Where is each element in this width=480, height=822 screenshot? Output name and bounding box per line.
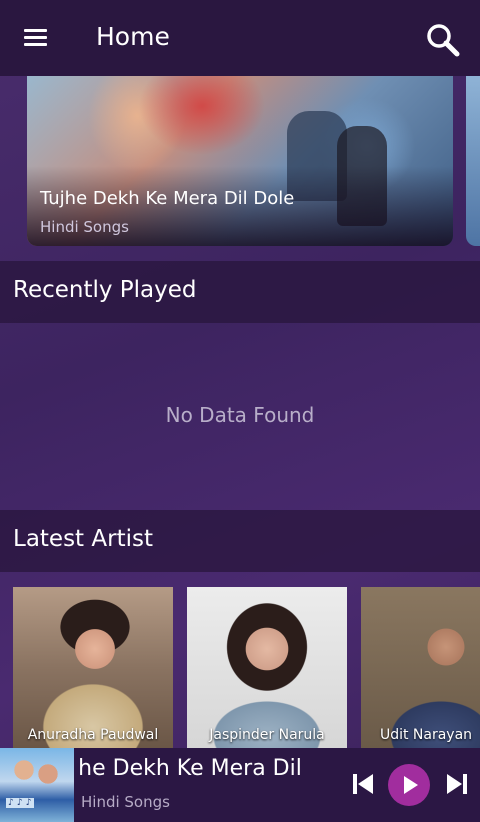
- album-art-logo: ♪ ♪ ♪: [6, 798, 34, 808]
- hamburger-menu-icon[interactable]: [22, 26, 52, 50]
- mini-player[interactable]: ♪ ♪ ♪ Tujhe Dekh Ke Mera Dil Dole Hindi …: [0, 748, 480, 822]
- artist-card[interactable]: Anuradha Paudwal: [13, 587, 173, 749]
- latest-artist-header: Latest Artist: [0, 510, 480, 572]
- app-bar: Home: [0, 0, 480, 76]
- now-playing-subtitle: Hindi Songs: [81, 793, 170, 811]
- album-art-thumbnail[interactable]: ♪ ♪ ♪: [0, 748, 74, 822]
- featured-carousel: Tujhe Dekh Ke Mera Dil Dole Hindi Songs: [0, 76, 480, 248]
- now-playing-title: Tujhe Dekh Ke Mera Dil Dole: [80, 756, 310, 781]
- play-button[interactable]: [388, 764, 430, 806]
- banner-title: Tujhe Dekh Ke Mera Dil Dole: [40, 188, 295, 209]
- recently-played-list: No Data Found: [0, 323, 480, 510]
- page-title: Home: [96, 22, 170, 51]
- artist-photo: [13, 587, 173, 749]
- artist-name: Jaspinder Narula: [209, 727, 325, 743]
- section-title: Latest Artist: [13, 526, 153, 552]
- artist-name: Udit Narayan: [379, 727, 473, 743]
- artist-carousel: Anuradha Paudwal Jaspinder Narula Udit N…: [0, 587, 480, 749]
- banner-subtitle: Hindi Songs: [40, 218, 129, 236]
- menu-line: [24, 29, 47, 32]
- next-banner-card-peek[interactable]: [466, 76, 480, 246]
- empty-state-message: No Data Found: [165, 403, 315, 427]
- menu-line: [24, 43, 47, 46]
- artist-card[interactable]: Udit Narayan: [361, 587, 480, 749]
- now-playing-title-marquee: Tujhe Dekh Ke Mera Dil Dole: [80, 756, 310, 788]
- featured-banner-card[interactable]: Tujhe Dekh Ke Mera Dil Dole Hindi Songs: [27, 76, 453, 246]
- recently-played-header: Recently Played: [0, 261, 480, 323]
- menu-line: [24, 36, 47, 39]
- artist-photo: [187, 587, 347, 749]
- section-title: Recently Played: [13, 277, 197, 303]
- artist-name: Anuradha Paudwal: [27, 727, 159, 743]
- next-icon[interactable]: [443, 770, 471, 798]
- play-icon: [404, 776, 418, 794]
- artist-photo: [361, 587, 480, 749]
- artist-card[interactable]: Jaspinder Narula: [187, 587, 347, 749]
- previous-icon[interactable]: [349, 770, 377, 798]
- search-icon[interactable]: [424, 21, 464, 61]
